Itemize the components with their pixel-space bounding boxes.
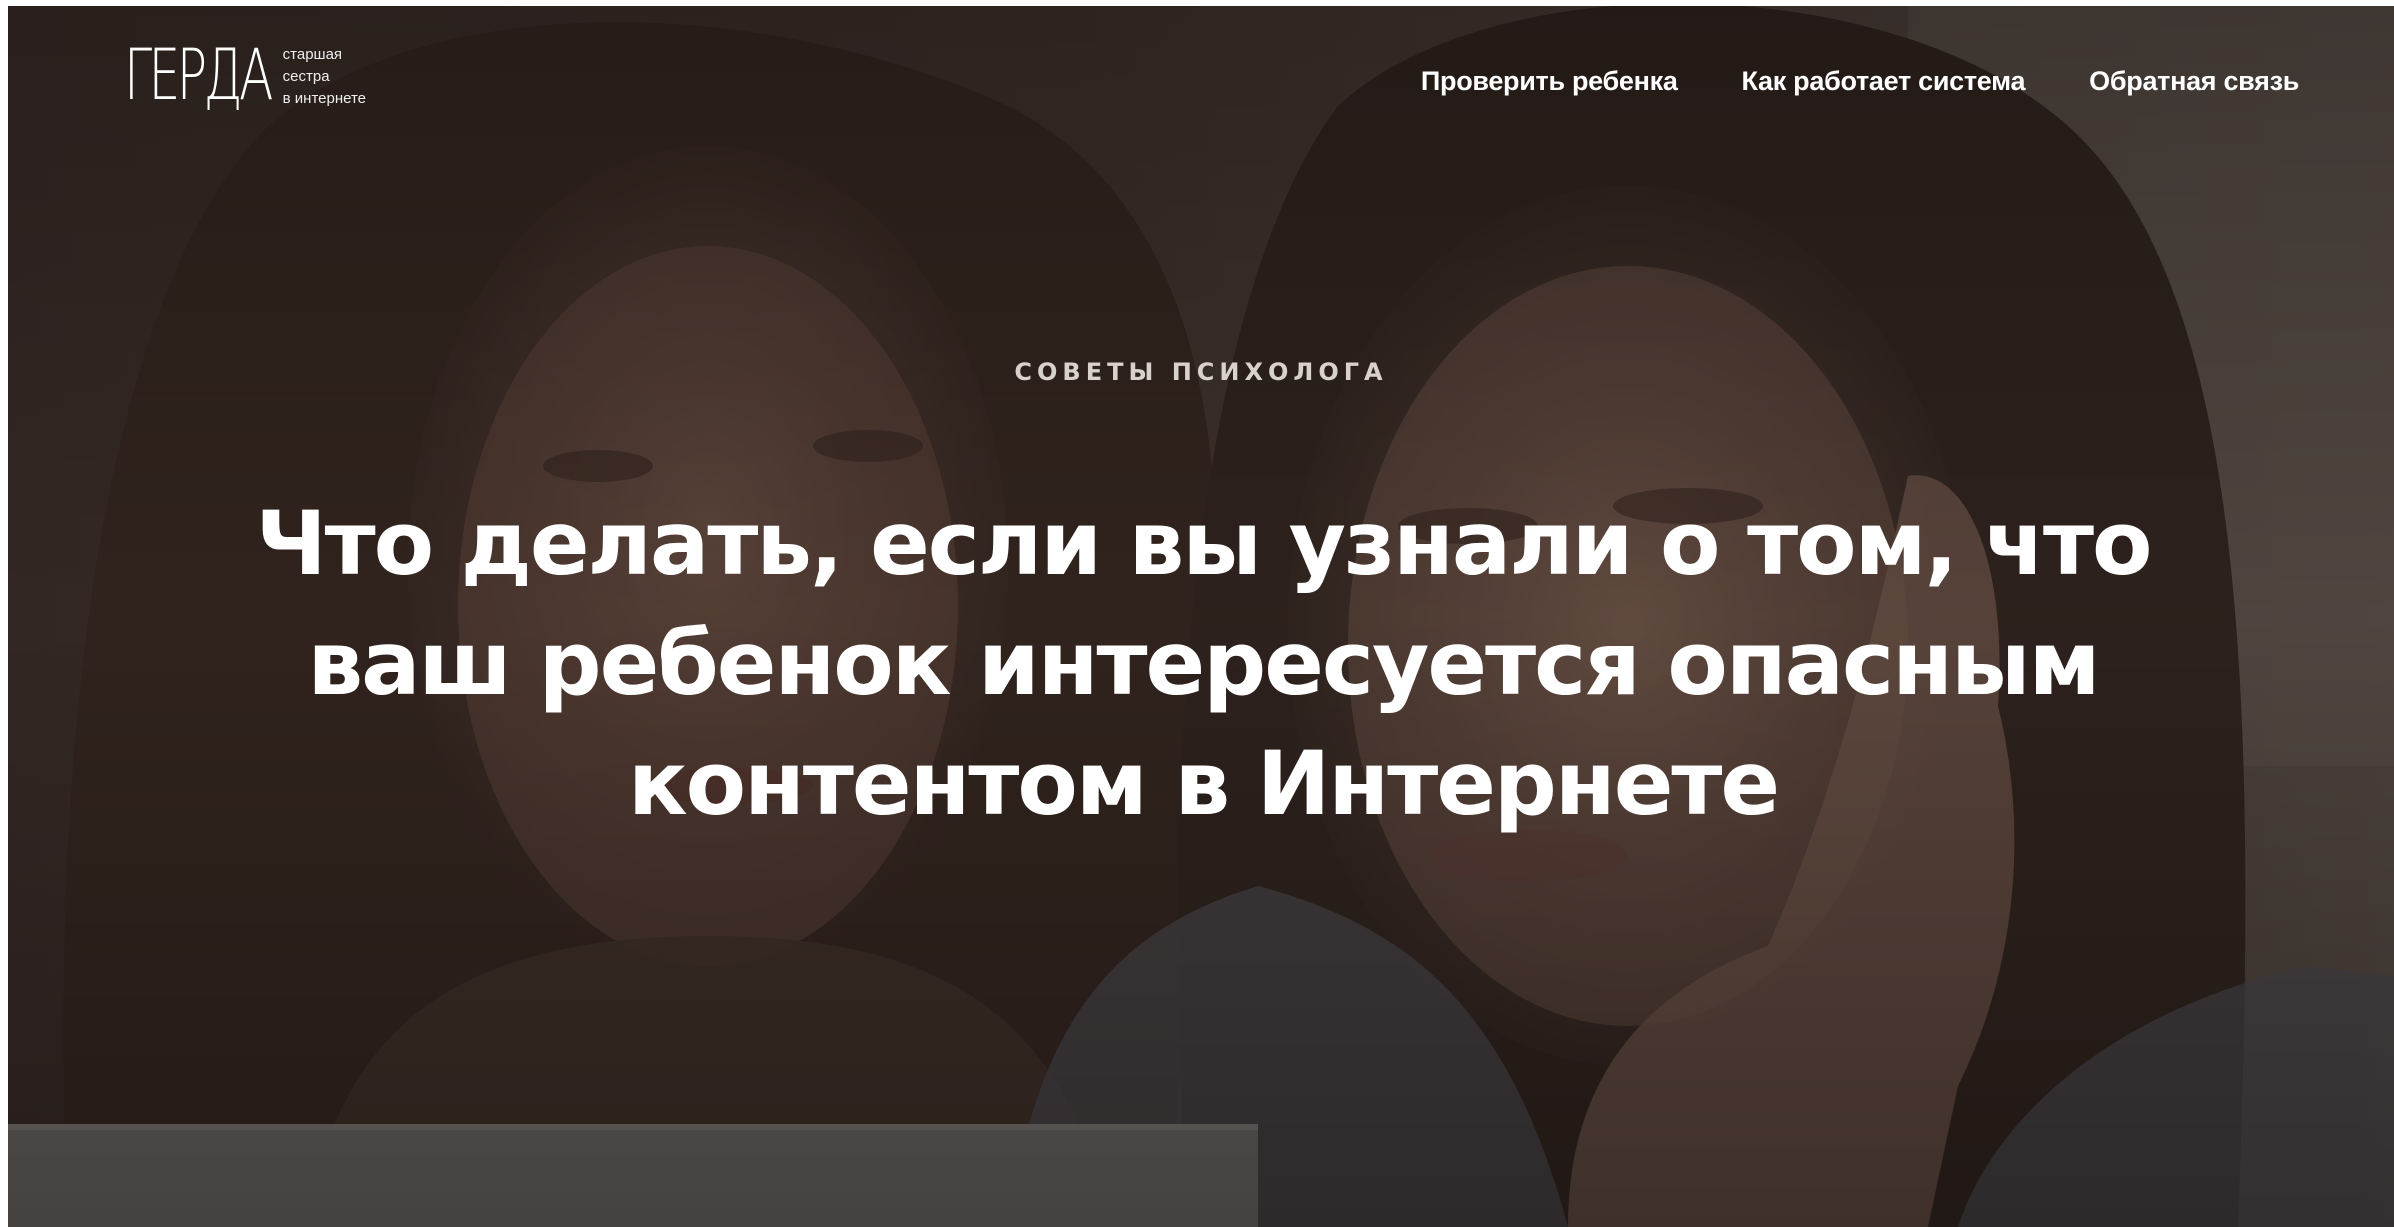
logo-tagline-line: старшая — [282, 46, 343, 63]
article-category: СОВЕТЫ ПСИХОЛОГА — [1014, 358, 1388, 386]
logo-tagline-line: в интернете — [282, 90, 367, 107]
main-menu: Проверить ребенка Как работает система О… — [1421, 66, 2299, 97]
logo[interactable]: ГЕРДА старшая сестра в интернете — [124, 40, 366, 110]
article-title: Что делать, если вы узнали о том, что ва… — [255, 492, 2153, 835]
hero-section: ГЕРДА старшая сестра в интернете Провери… — [8, 6, 2394, 1227]
nav-link-feedback[interactable]: Обратная связь — [2089, 66, 2299, 97]
logo-tagline-line: сестра — [282, 68, 330, 85]
top-navigation: ГЕРДА старшая сестра в интернете Провери… — [8, 6, 2394, 156]
logo-wordmark: ГЕРДА — [124, 34, 274, 116]
nav-link-check-child[interactable]: Проверить ребенка — [1421, 66, 1678, 97]
nav-link-how-it-works[interactable]: Как работает система — [1742, 66, 2026, 97]
logo-tagline: старшая сестра в интернете — [283, 44, 366, 110]
